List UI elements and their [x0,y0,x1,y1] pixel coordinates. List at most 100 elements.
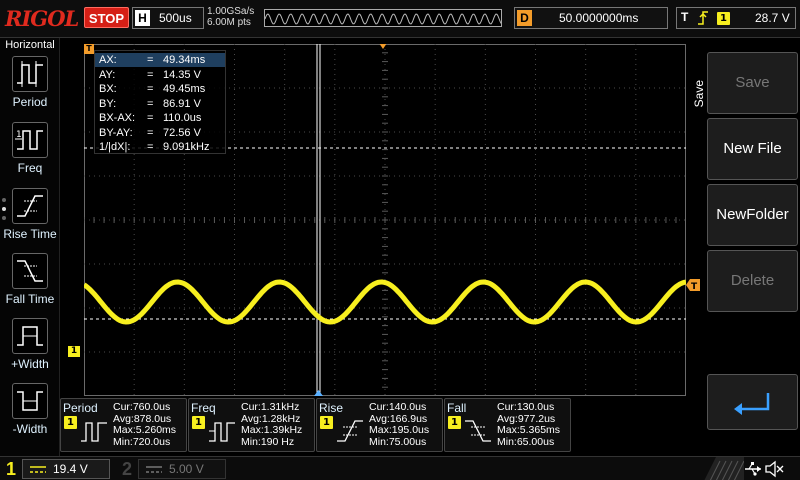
cursor-readout-value: 49.45ms [163,83,206,95]
measure-freq-button[interactable]: 1 Freq [0,122,60,186]
measurement-min: Min:65.00us [497,435,555,448]
measurement-stats: Cur:140.0us Avg:166.9us Max:195.0us Min:75.… [369,401,430,448]
memory-waveform-overview [265,13,501,25]
timebase-box[interactable]: H 500us [132,7,204,29]
timebase-value: 500us [159,11,192,25]
measurement-max: Max:195.0us [369,424,430,436]
measure-fall-time-button[interactable]: Fall Time [0,253,60,317]
cursor-readout-row: BY-AY: = 72.56 V [95,126,225,140]
run-stop-indicator[interactable]: STOP [84,7,129,28]
cursor-readout-label: AX: [99,54,117,66]
save-button[interactable]: Save [707,52,798,114]
measurement-card[interactable]: Rise 1 Cur:140.0us Avg:166.9us Max:195.0us Mi… [316,398,443,452]
measure-rise-time-button[interactable]: Rise Time [0,188,60,252]
equals-sign: = [147,83,154,95]
equals-sign: = [147,54,154,66]
save-menu-panel: Save Save New File NewFolder Delete [692,40,800,456]
measurement-min: Min:75.00us [369,435,427,448]
svg-text:T: T [691,282,698,291]
measure-pos-width-button[interactable]: +Width [0,318,60,382]
ch1-scale-value: 19.4 V [53,462,88,476]
cursor-readout-label: AY: [99,68,116,81]
equals-sign: = [147,141,154,153]
measurement-stats: Cur:760.0us Avg:878.0us Max:5.260ms Min:720… [113,401,177,448]
equals-sign: = [147,68,154,81]
neg-width-label: -Width [12,422,48,436]
measurement-name: Period [63,401,98,415]
new-file-button[interactable]: New File [707,118,798,180]
bottom-status-bar: 1 19.4 V 2 5.00 V [0,456,800,480]
cursor-readout: AX: = 49.34ms AY: = 14.35 V BX: = 49.45ms BY: = 86.… [94,50,226,154]
rise-time-icon [12,188,48,224]
trigger-box[interactable]: T 1 28.7 V [676,7,796,29]
neg-width-icon [12,383,48,419]
save-menu-title: Save [692,80,706,108]
back-button[interactable] [707,374,798,430]
return-arrow-icon [734,393,770,415]
measurement-max: Max:5.365ms [497,424,561,436]
measurement-name: Freq [191,401,216,415]
measurement-cur: Cur:760.0us [113,401,171,413]
measurement-card[interactable]: Period 1 Cur:760.0us Avg:878.0us Max:5.260ms… [60,398,187,452]
ch1-scale-box[interactable]: 19.4 V [22,459,110,479]
measurement-max: Max:5.260ms [113,424,177,436]
top-status-bar: RIGOL STOP H 500us 1.00GSa/s 6.00M pts D… [0,0,800,38]
cursor-readout-value: 14.35 V [163,68,201,81]
cursor-readout-label: BX: [99,83,117,95]
sample-rate: 1.00GSa/s [207,6,255,17]
fall-time-icon [465,420,491,442]
trigger-level-marker[interactable]: T [686,279,700,291]
measure-neg-width-button[interactable]: -Width [0,383,60,447]
trigger-edge-icon [698,11,708,25]
measurement-card[interactable]: Fall 1 Cur:130.0us Avg:977.2us Max:5.365ms Mi… [444,398,571,452]
ch2-scale-value: 5.00 V [169,462,204,476]
period-icon [81,422,107,442]
cursor-readout-value: 110.0us [163,112,202,124]
freq-label: Freq [17,161,43,175]
dc-coupling-icon [30,466,46,473]
acquisition-info: 1.00GSa/s 6.00M pts [207,6,254,28]
fall-time-icon [12,253,48,289]
measurement-min: Min:190 Hz [241,435,295,448]
cursor-readout-row: BX-AX: = 110.0us [95,111,225,125]
ch1-ground-marker[interactable]: 1 [68,346,80,357]
trigger-source-badge: 1 [717,12,730,25]
speaker-muted-icon[interactable] [764,460,784,478]
delete-button[interactable]: Delete [707,250,798,312]
measure-period-button[interactable]: Period [0,56,60,120]
rigol-logo: RIGOL [5,6,79,31]
pos-width-icon [12,318,48,354]
cursor-readout-value: 86.91 V [163,97,201,110]
cursor-readout-value: 72.56 V [163,126,201,139]
delay-box[interactable]: D 50.0000000ms [514,7,668,29]
measurement-source-badge: 1 [448,416,461,429]
ch2-scale-box[interactable]: 5.00 V [138,459,226,479]
cursor-readout-label: BY-AY: [99,126,133,139]
hatch-decoration [704,457,744,480]
measurement-name: Rise [319,401,344,415]
cursor-readout-label: BX-AX: [99,112,136,124]
period-icon [12,56,48,92]
ch1-label[interactable]: 1 [0,458,22,480]
rise-time-label: Rise Time [3,227,57,241]
delay-label: D [517,10,532,26]
ch2-label[interactable]: 2 [116,458,138,480]
rise-time-icon [337,420,363,442]
cursor-readout-value: 49.34ms [163,54,206,66]
equals-sign: = [147,126,154,139]
measurement-source-badge: 1 [320,416,333,429]
cursor-readout-row: AY: = 14.35 V [95,68,225,82]
cursor-readout-label: BY: [99,97,117,110]
measurement-stats: Cur:130.0us Avg:977.2us Max:5.365ms Min:65.… [497,401,561,448]
new-folder-button[interactable]: NewFolder [707,184,798,246]
cursor-readout-value: 9.091kHz [163,141,210,153]
trigger-level-value: 28.7 V [755,11,790,25]
top-left-trigger-marker: T [84,44,94,54]
fall-time-label: Fall Time [5,292,55,306]
measurement-cur: Cur:130.0us [497,401,555,413]
memory-overview-bar [264,9,502,27]
memory-depth: 6.00M pts [207,17,251,28]
waveform-display[interactable]: T AX: = 49.34ms AY: = 14.35 V BX: = 49.45ms BY: = 8… [68,43,700,396]
measurement-card[interactable]: Freq 1 Cur:1.31kHz Avg:1.28kHz Max:1.39kHz Mi… [188,398,315,452]
freq-icon: 1 [12,122,48,158]
